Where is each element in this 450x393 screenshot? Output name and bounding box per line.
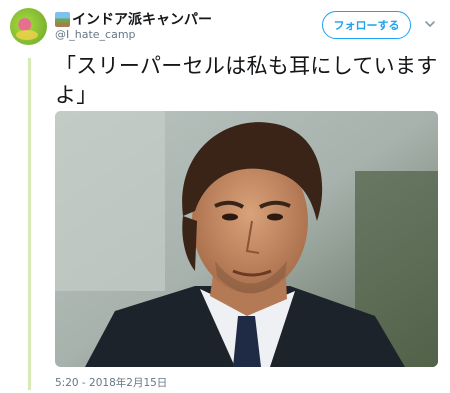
tweet-timestamp[interactable]: 5:20 - 2018年2月15日 (55, 375, 167, 390)
chevron-down-icon[interactable] (423, 17, 437, 31)
tweet-text: 「スリーパーセルは私も耳にしていますよ」 (55, 54, 438, 107)
user-handle[interactable]: @I_hate_camp (55, 28, 136, 41)
house-landscape-emoji-icon (55, 11, 70, 27)
portrait-photo (55, 111, 438, 367)
author-name-row[interactable]: インドア派キャンパー (55, 9, 212, 29)
avatar[interactable] (10, 8, 47, 45)
thread-line (28, 58, 31, 390)
follow-button[interactable]: フォローする (322, 11, 411, 39)
tweet-photo[interactable] (55, 111, 438, 367)
display-name[interactable]: インドア派キャンパー (72, 9, 212, 29)
